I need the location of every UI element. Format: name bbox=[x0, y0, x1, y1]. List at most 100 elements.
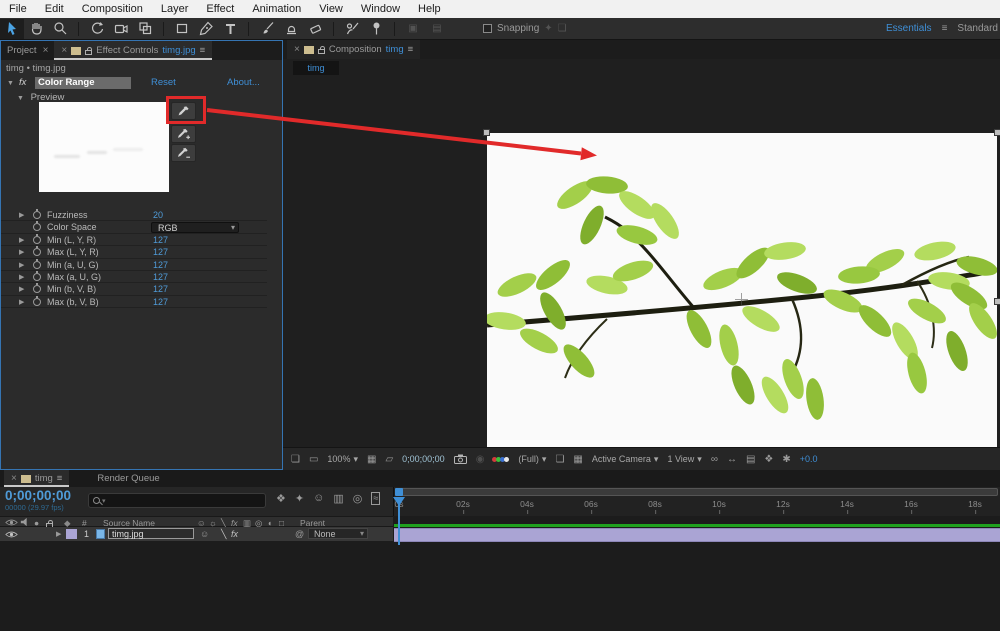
tab-composition[interactable]: × Composition timg ≡ bbox=[287, 40, 420, 59]
menu-effect[interactable]: Effect bbox=[197, 3, 243, 15]
motion-blur-icon[interactable]: ◎ bbox=[353, 492, 363, 505]
preview-timecode[interactable]: 0;00;00;00 bbox=[402, 454, 445, 464]
always-preview-icon[interactable]: ❏ bbox=[291, 454, 300, 465]
playhead-grabber[interactable] bbox=[395, 488, 403, 496]
property-value[interactable]: 127 bbox=[153, 284, 168, 294]
tab-render-queue[interactable]: Render Queue bbox=[97, 473, 159, 484]
brush-tool-button[interactable] bbox=[255, 19, 279, 39]
menu-help[interactable]: Help bbox=[409, 3, 450, 15]
snap-bounds-icon[interactable]: ❏ bbox=[558, 23, 567, 34]
tab-timeline-timg[interactable]: × timg ≡ bbox=[4, 470, 69, 487]
camera-tool-button[interactable] bbox=[109, 19, 133, 39]
property-value[interactable]: 127 bbox=[153, 272, 168, 282]
collapse-icon[interactable]: ▼ bbox=[7, 80, 14, 87]
property-value[interactable]: 127 bbox=[153, 235, 168, 245]
time-ruler-zone[interactable]: 0s 02s 04s 06s 08s 10s 12s 14s 16s 18s bbox=[393, 487, 1000, 516]
parent-pickwhip-icon[interactable]: @ bbox=[295, 529, 304, 539]
stopwatch-icon[interactable] bbox=[33, 248, 41, 256]
stopwatch-icon[interactable] bbox=[33, 273, 41, 281]
preview-thumbnail[interactable] bbox=[39, 102, 169, 192]
collapse-icon[interactable]: ▼ bbox=[17, 95, 24, 102]
magnification-select[interactable]: 100% ▾ bbox=[327, 454, 358, 465]
mini-flowchart-icon[interactable]: ❖ bbox=[764, 454, 773, 465]
stopwatch-icon[interactable] bbox=[33, 285, 41, 293]
menu-view[interactable]: View bbox=[310, 3, 352, 15]
monitor-icon[interactable]: ▭ bbox=[309, 454, 318, 465]
camera-select[interactable]: Active Camera ▾ bbox=[592, 454, 659, 465]
menu-composition[interactable]: Composition bbox=[73, 3, 152, 15]
selection-handle[interactable] bbox=[483, 129, 490, 136]
mini-flowchart-icon[interactable]: ❖ bbox=[276, 492, 286, 505]
layer-shy-icon[interactable]: ☺ bbox=[200, 529, 209, 539]
close-icon[interactable]: × bbox=[11, 473, 17, 484]
layer-source-name[interactable]: timg.jpg bbox=[108, 528, 194, 539]
expand-icon[interactable]: ▶ bbox=[19, 273, 24, 281]
snapshot-camera-icon[interactable] bbox=[454, 454, 467, 464]
pan-behind-tool-button[interactable] bbox=[133, 19, 157, 39]
channels-icon[interactable] bbox=[493, 457, 509, 462]
roi-icon[interactable]: ❏ bbox=[555, 454, 564, 465]
effect-name[interactable]: Color Range bbox=[35, 77, 131, 89]
panel-menu-icon[interactable]: ≡ bbox=[57, 473, 63, 484]
reset-button[interactable]: Reset bbox=[151, 77, 176, 88]
pixel-aspect-icon[interactable]: ↔ bbox=[727, 454, 737, 465]
puppet-pin-tool-button[interactable] bbox=[364, 19, 388, 39]
layer-fx-icon[interactable]: fx bbox=[231, 529, 238, 539]
panel-menu-icon[interactable]: ≡ bbox=[200, 45, 206, 56]
property-value[interactable]: 127 bbox=[153, 297, 168, 307]
exposure-icon[interactable]: ✱ bbox=[782, 454, 790, 465]
panel-menu-icon[interactable]: ≡ bbox=[408, 44, 414, 55]
stopwatch-icon[interactable] bbox=[33, 298, 41, 306]
eyedropper-plus-button[interactable] bbox=[171, 125, 196, 143]
eraser-tool-button[interactable] bbox=[303, 19, 327, 39]
clone-stamp-tool-button[interactable] bbox=[279, 19, 303, 39]
goggles-icon[interactable]: ∞ bbox=[711, 454, 718, 465]
expand-icon[interactable]: ▶ bbox=[19, 261, 24, 269]
tab-project[interactable]: Project bbox=[1, 45, 43, 56]
mask-visibility-icon[interactable]: ▱ bbox=[385, 454, 393, 465]
expand-icon[interactable]: ▶ bbox=[19, 236, 24, 244]
shape-tool-button[interactable] bbox=[170, 19, 194, 39]
playhead-line[interactable] bbox=[398, 497, 400, 545]
composition-viewer-tab[interactable]: timg bbox=[293, 61, 339, 75]
anchor-point-icon[interactable] bbox=[735, 293, 748, 306]
expand-icon[interactable]: ▶ bbox=[19, 211, 24, 219]
menu-edit[interactable]: Edit bbox=[36, 3, 73, 15]
hide-shy-layers-icon[interactable]: ☺ bbox=[313, 492, 324, 505]
transparency-grid-icon[interactable]: ▦ bbox=[573, 454, 582, 465]
layer-label-color[interactable] bbox=[66, 529, 77, 539]
stopwatch-icon[interactable] bbox=[33, 211, 41, 219]
eyedropper-minus-button[interactable] bbox=[171, 144, 196, 162]
graph-editor-icon[interactable]: ≈ bbox=[371, 492, 380, 505]
roto-brush-tool-button[interactable] bbox=[340, 19, 364, 39]
draft-3d-icon[interactable]: ✦ bbox=[295, 492, 304, 505]
composition-viewer[interactable] bbox=[283, 76, 1000, 447]
close-icon[interactable]: × bbox=[294, 44, 300, 55]
workspace-essentials-tab[interactable]: Essentials bbox=[886, 23, 932, 34]
composition-image[interactable] bbox=[487, 133, 997, 470]
close-icon[interactable]: × bbox=[61, 45, 67, 56]
workspace-standard-tab[interactable]: Standard bbox=[957, 23, 998, 34]
time-ruler[interactable]: 0s 02s 04s 06s 08s 10s 12s 14s 16s 18s bbox=[394, 497, 1000, 516]
selection-tool-button[interactable] bbox=[0, 19, 24, 39]
parent-dropdown[interactable]: None ▾ bbox=[308, 528, 368, 539]
type-tool-button[interactable] bbox=[218, 19, 242, 39]
selection-handle[interactable] bbox=[994, 298, 1000, 305]
grid-guides-icon[interactable]: ▦ bbox=[367, 454, 376, 465]
property-value[interactable]: 20 bbox=[153, 210, 163, 220]
selection-handle[interactable] bbox=[994, 129, 1000, 136]
exposure-value[interactable]: +0.0 bbox=[800, 454, 818, 464]
work-area-bar[interactable] bbox=[396, 488, 998, 496]
orbit-tool-button[interactable] bbox=[85, 19, 109, 39]
menu-file[interactable]: File bbox=[0, 3, 36, 15]
about-button[interactable]: About... bbox=[227, 77, 260, 88]
workspace-menu-icon[interactable]: ≡ bbox=[942, 23, 948, 34]
menu-layer[interactable]: Layer bbox=[152, 3, 198, 15]
pen-tool-button[interactable] bbox=[194, 19, 218, 39]
stopwatch-icon[interactable] bbox=[33, 261, 41, 269]
snap-align-icon[interactable]: ✦ bbox=[544, 23, 552, 34]
resolution-select[interactable]: (Full) ▾ bbox=[518, 454, 546, 465]
stopwatch-icon[interactable] bbox=[33, 236, 41, 244]
color-space-dropdown[interactable]: RGB ▾ bbox=[151, 222, 239, 233]
histogram-icon[interactable]: ▤ bbox=[746, 454, 755, 465]
